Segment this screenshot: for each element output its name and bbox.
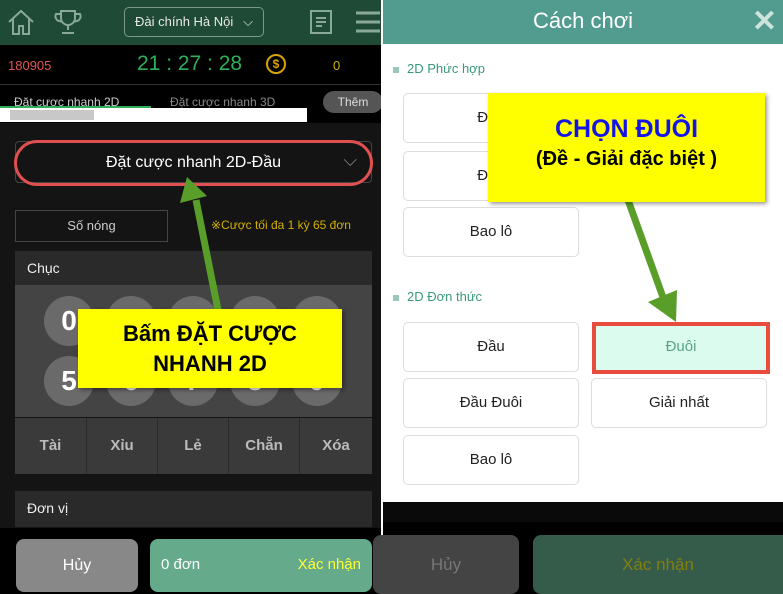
callout-line: Bấm ĐẶT CƯỢC bbox=[123, 321, 297, 346]
instruction-callout: Bấm ĐẶT CƯỢC NHANH 2D bbox=[78, 309, 342, 388]
callout-subtitle: (Đề - Giải đặc biệt ) bbox=[535, 148, 718, 170]
right-screen: Cách chơi ✕ 2D Phức hợp Đầu Đầu Bao lô 2… bbox=[373, 0, 783, 594]
arrow-up-icon bbox=[180, 177, 222, 311]
arrow-down-icon bbox=[624, 198, 677, 322]
callout-line: NHANH 2D bbox=[153, 351, 267, 376]
instruction-callout: CHỌN ĐUÔI (Đề - Giải đặc biệt ) bbox=[488, 93, 765, 202]
callout-title: CHỌN ĐUÔI bbox=[554, 115, 699, 143]
left-screen: Đài chính Hà Nội ⌵ 180905 21 : 27 : 28 $ … bbox=[0, 0, 383, 594]
